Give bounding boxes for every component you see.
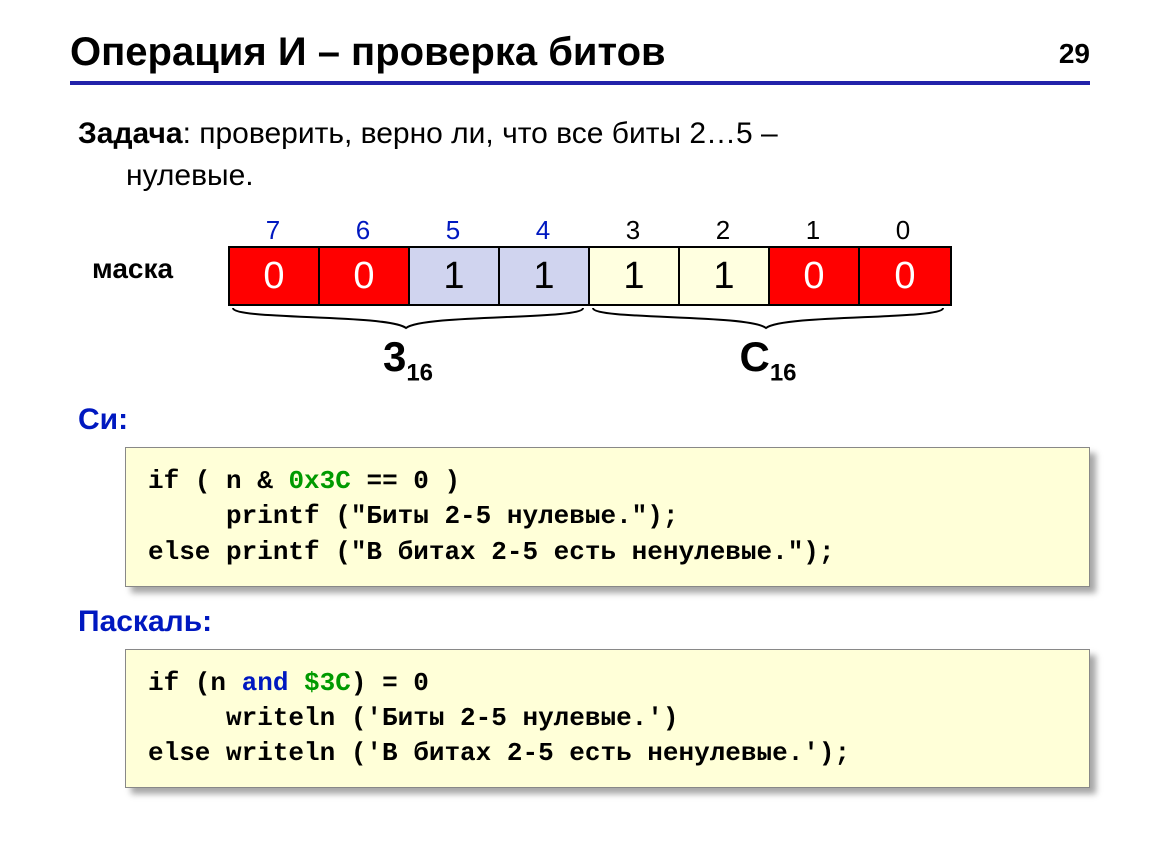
- page-number: 29: [1059, 38, 1090, 70]
- c-label: Си:: [78, 403, 1090, 437]
- c-code: if ( n & 0x3C == 0 ) printf ("Биты 2-5 н…: [148, 464, 1067, 569]
- mask-label: маска: [92, 253, 173, 285]
- bit-index: 2: [678, 215, 768, 246]
- page-title: Операция И – проверка битов: [70, 30, 1090, 75]
- bit-index: 1: [768, 215, 858, 246]
- bit-indices-row: 7 6 5 4 3 2 1 0: [228, 215, 1090, 246]
- brace-right: C16: [588, 306, 948, 385]
- bit-cell: 0: [770, 248, 860, 304]
- bit-index: 7: [228, 215, 318, 246]
- hex-right-base: 16: [770, 359, 797, 386]
- brace-row: 316 C16: [228, 306, 1090, 385]
- bit-cell: 0: [230, 248, 320, 304]
- hex-left: 316: [228, 336, 588, 385]
- hex-left-digit: 3: [383, 333, 406, 380]
- task-line2: нулевые.: [78, 155, 1090, 197]
- hex-right: C16: [588, 336, 948, 385]
- task-text: Задача: проверить, верно ли, что все бит…: [78, 113, 1090, 197]
- bit-value-row: 0 0 1 1 1 1 0 0: [228, 246, 952, 306]
- task-line1: : проверить, верно ли, что все биты 2…5 …: [183, 117, 778, 150]
- bit-index: 4: [498, 215, 588, 246]
- bit-cell: 1: [680, 248, 770, 304]
- bit-cell: 1: [590, 248, 680, 304]
- pascal-code: if (n and $3C) = 0 writeln ('Биты 2-5 ну…: [148, 666, 1067, 771]
- bit-cell: 1: [500, 248, 590, 304]
- task-label: Задача: [78, 117, 183, 150]
- brace-icon: [588, 306, 948, 334]
- bit-index: 5: [408, 215, 498, 246]
- c-code-box: if ( n & 0x3C == 0 ) printf ("Биты 2-5 н…: [125, 447, 1090, 586]
- bit-cell: 1: [410, 248, 500, 304]
- mask-diagram: маска 7 6 5 4 3 2 1 0 0 0 1 1 1 1 0 0: [100, 215, 1090, 385]
- title-divider: [70, 81, 1090, 85]
- pascal-code-box: if (n and $3C) = 0 writeln ('Биты 2-5 ну…: [125, 649, 1090, 788]
- hex-right-digit: C: [739, 333, 769, 380]
- bit-index: 3: [588, 215, 678, 246]
- bit-index: 6: [318, 215, 408, 246]
- bit-cell: 0: [320, 248, 410, 304]
- bit-index: 0: [858, 215, 948, 246]
- hex-left-base: 16: [406, 359, 433, 386]
- pascal-label: Паскаль:: [78, 605, 1090, 639]
- brace-left: 316: [228, 306, 588, 385]
- bit-cell: 0: [860, 248, 950, 304]
- brace-icon: [228, 306, 588, 334]
